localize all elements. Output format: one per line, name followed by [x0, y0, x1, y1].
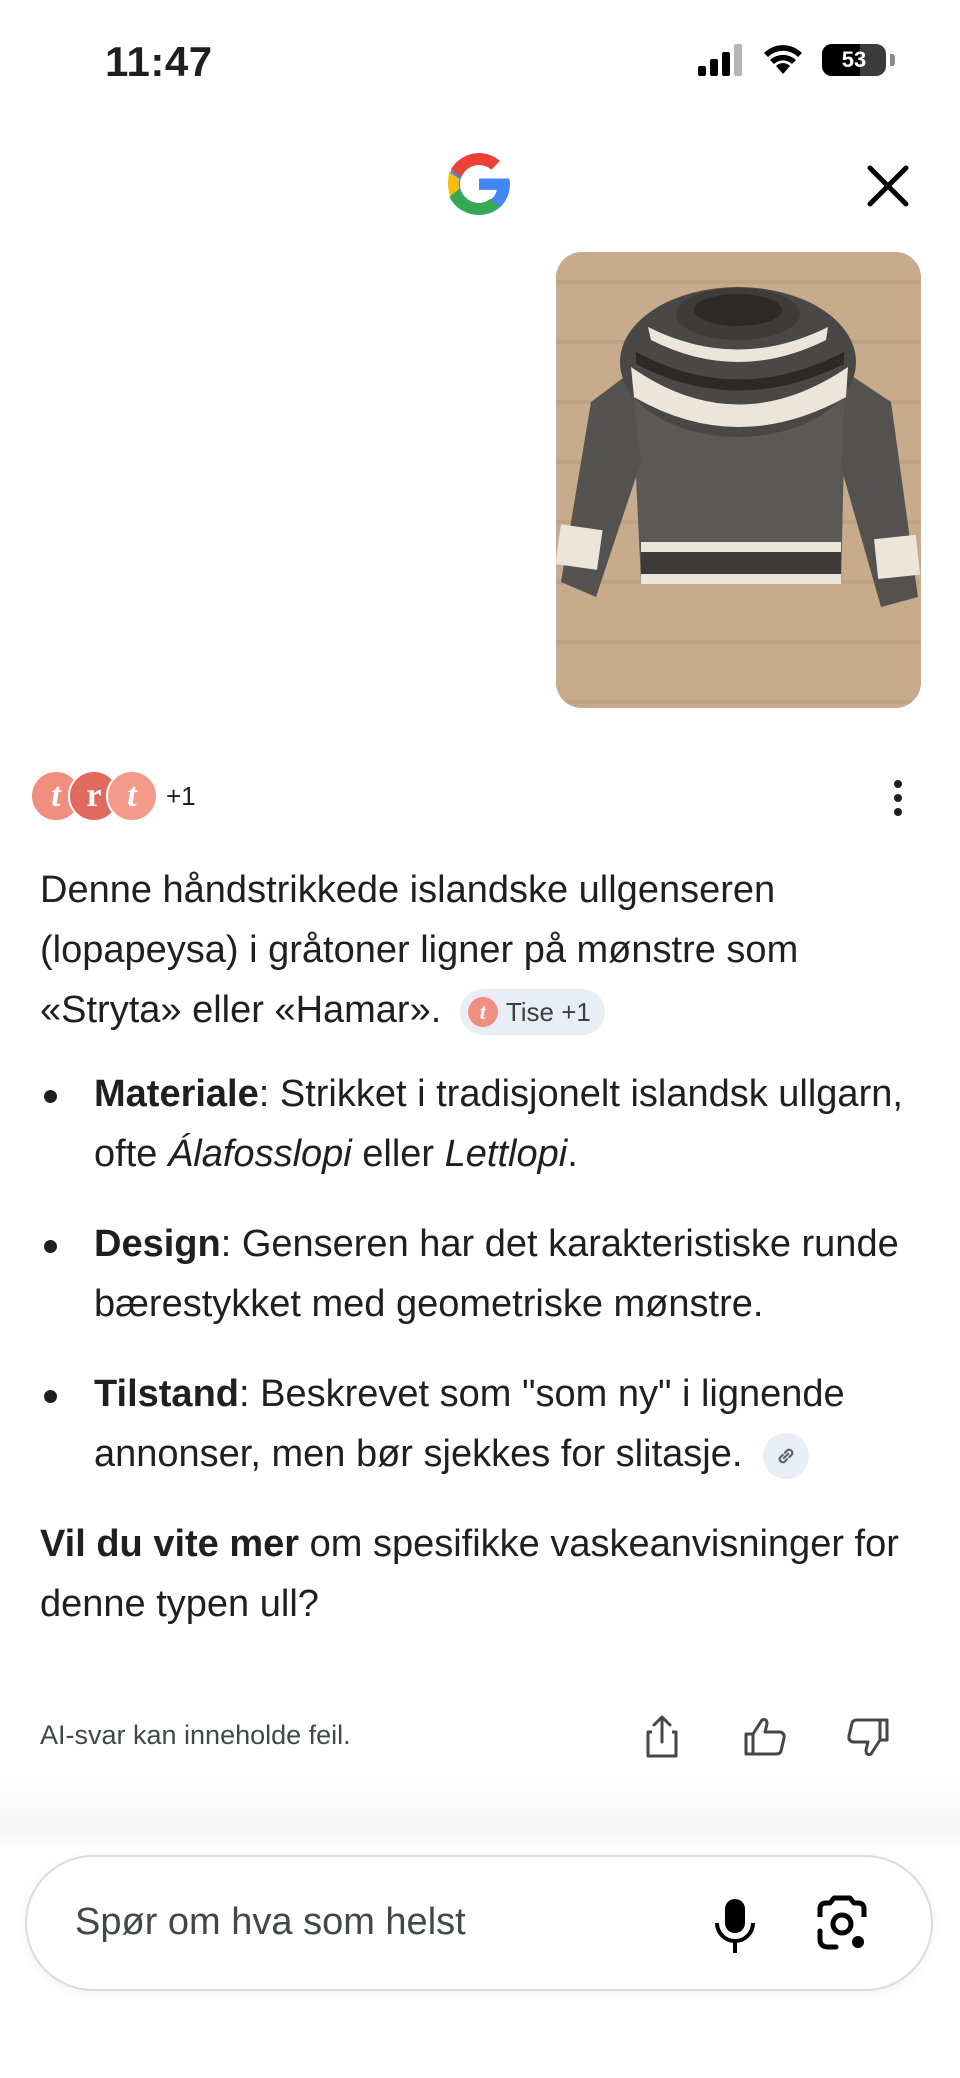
thumbs-up-icon[interactable]: [740, 1712, 790, 1762]
tise-logo-icon: t: [467, 996, 498, 1027]
microphone-icon[interactable]: [707, 1895, 763, 1955]
answer-intro: Denne håndstrikkede islandske ullgensere…: [40, 860, 930, 1040]
bullet-italic: Lettlopi: [444, 1133, 568, 1175]
status-time: 11:47: [105, 38, 213, 85]
status-icons: 53: [698, 44, 895, 76]
bottom-fade: [0, 1780, 960, 1850]
battery-icon: 53: [822, 44, 886, 76]
google-g-icon[interactable]: [441, 146, 517, 222]
answer-bullets: Materiale: Strikket i tradisjonelt islan…: [40, 1064, 930, 1484]
bullet-term: Tilstand: [94, 1373, 239, 1415]
bullet-text: .: [567, 1133, 578, 1175]
more-options-icon[interactable]: [880, 778, 916, 818]
bullet-tilstand: Tilstand: Beskrevet som "som ny" i ligne…: [40, 1364, 930, 1484]
ask-input-bar[interactable]: Spør om hva som helst: [25, 1855, 933, 1991]
close-icon[interactable]: [860, 158, 916, 214]
sources-more-count[interactable]: +1: [166, 781, 196, 812]
bullet-term: Materiale: [94, 1073, 259, 1115]
sweater-photo[interactable]: [556, 252, 921, 708]
share-icon[interactable]: [637, 1712, 687, 1762]
bullet-materiale: Materiale: Strikket i tradisjonelt islan…: [40, 1064, 930, 1184]
bullet-italic: Álafosslopi: [167, 1133, 352, 1175]
ai-answer: Denne håndstrikkede islandske ullgensere…: [40, 860, 930, 1634]
source-chip-tise[interactable]: t Tise +1: [459, 988, 605, 1035]
google-lens-icon[interactable]: [812, 1895, 872, 1955]
source-chip-label: Tise +1: [505, 996, 591, 1027]
followup-bold: Vil du vite mer: [40, 1523, 300, 1565]
bullet-design: Design: Genseren har det karakteristiske…: [40, 1214, 930, 1334]
wifi-icon: [764, 45, 802, 74]
cellular-signal-icon: [698, 44, 742, 76]
link-icon[interactable]: [762, 1432, 809, 1479]
answer-intro-text: Denne håndstrikkede islandske ullgensere…: [40, 869, 799, 1031]
ask-input-placeholder[interactable]: Spør om hva som helst: [75, 1901, 466, 1944]
followup-question: Vil du vite mer om spesifikke vaskeanvis…: [40, 1514, 930, 1634]
bullet-text: eller: [351, 1133, 445, 1175]
ai-disclaimer: AI-svar kan inneholde feil.: [40, 1720, 351, 1750]
source-avatars[interactable]: t r t +1: [30, 770, 196, 822]
battery-level: 53: [841, 47, 867, 72]
bullet-term: Design: [94, 1223, 221, 1265]
source-avatar-tise-2[interactable]: t: [106, 770, 158, 822]
thumbs-down-icon[interactable]: [843, 1712, 893, 1762]
